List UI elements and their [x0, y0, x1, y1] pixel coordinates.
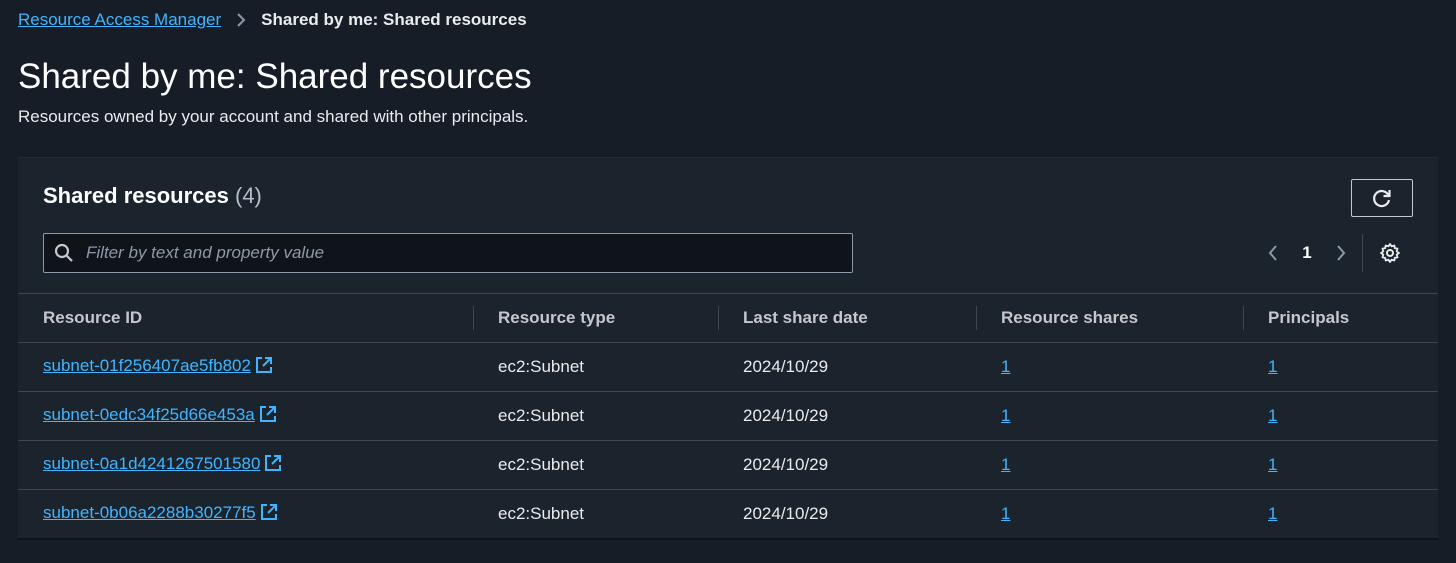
external-link-icon[interactable] — [255, 356, 273, 379]
breadcrumb-current: Shared by me: Shared resources — [261, 10, 527, 29]
table-header-row: Resource ID Resource type Last share dat… — [18, 293, 1438, 343]
cell-last-share-date: 2024/10/29 — [718, 489, 976, 538]
resource-shares-link[interactable]: 1 — [1001, 504, 1010, 523]
table-row: subnet-0edc34f25d66e453a ec2:Subnet 2024… — [18, 391, 1438, 441]
container-title-text: Shared resources — [43, 183, 229, 208]
cell-resource-type: ec2:Subnet — [473, 391, 718, 441]
principals-link[interactable]: 1 — [1268, 455, 1277, 474]
external-link-icon[interactable] — [260, 503, 278, 526]
shared-resources-table: Resource ID Resource type Last share dat… — [18, 293, 1438, 538]
shared-resources-container: Shared resources (4) Filter by text and … — [18, 157, 1438, 540]
resource-id-link[interactable]: subnet-0a1d4241267501580 — [43, 454, 260, 473]
cell-resource-id: subnet-0edc34f25d66e453a — [18, 391, 473, 441]
table-row: subnet-01f256407ae5fb802 ec2:Subnet 2024… — [18, 342, 1438, 392]
cell-last-share-date: 2024/10/29 — [718, 342, 976, 392]
container-header: Shared resources (4) Filter by text and … — [18, 158, 1438, 293]
chevron-right-icon — [221, 12, 261, 28]
external-link-icon[interactable] — [264, 454, 282, 477]
principals-link[interactable]: 1 — [1268, 357, 1277, 376]
container-title: Shared resources (4) — [43, 183, 262, 209]
cell-resource-id: subnet-01f256407ae5fb802 — [18, 342, 473, 392]
cell-resource-type: ec2:Subnet — [473, 342, 718, 392]
column-header-resource-type[interactable]: Resource type — [473, 293, 718, 343]
column-header-principals[interactable]: Principals — [1243, 293, 1438, 343]
filter-input-wrapper — [43, 233, 853, 273]
breadcrumb-resource-access-manager-link[interactable]: Resource Access Manager — [18, 9, 221, 31]
cell-resource-type: ec2:Subnet — [473, 440, 718, 490]
cell-principals: 1 — [1243, 489, 1438, 538]
table-row: subnet-0a1d4241267501580 ec2:Subnet 2024… — [18, 440, 1438, 490]
chevron-left-icon — [1268, 245, 1277, 261]
table-row: subnet-0b06a2288b30277f5 ec2:Subnet 2024… — [18, 489, 1438, 538]
page-description: Resources owned by your account and shar… — [18, 107, 529, 126]
chevron-right-icon — [1337, 245, 1346, 261]
pagination-divider — [1362, 234, 1363, 272]
column-header-resource-id[interactable]: Resource ID — [18, 293, 473, 343]
cell-resource-shares: 1 — [976, 342, 1243, 392]
cell-resource-shares: 1 — [976, 489, 1243, 538]
resource-shares-link[interactable]: 1 — [1001, 357, 1010, 376]
refresh-icon — [1371, 187, 1393, 209]
filter-input[interactable] — [84, 242, 852, 264]
cell-resource-id: subnet-0b06a2288b30277f5 — [18, 489, 473, 538]
previous-page-button[interactable] — [1256, 236, 1290, 270]
cell-principals: 1 — [1243, 342, 1438, 392]
cell-resource-type: ec2:Subnet — [473, 489, 718, 538]
principals-link[interactable]: 1 — [1268, 504, 1277, 523]
resource-id-link[interactable]: subnet-0edc34f25d66e453a — [43, 405, 255, 424]
pagination: 1 — [1256, 234, 1413, 272]
cell-resource-id: subnet-0a1d4241267501580 — [18, 440, 473, 490]
resource-shares-link[interactable]: 1 — [1001, 406, 1010, 425]
search-icon — [54, 243, 74, 263]
external-link-icon[interactable] — [259, 405, 277, 428]
gear-icon — [1380, 243, 1400, 263]
preferences-button[interactable] — [1367, 236, 1413, 270]
column-header-last-share-date[interactable]: Last share date — [718, 293, 976, 343]
cell-resource-shares: 1 — [976, 440, 1243, 490]
resource-shares-link[interactable]: 1 — [1001, 455, 1010, 474]
page-number-1[interactable]: 1 — [1290, 243, 1324, 263]
cell-last-share-date: 2024/10/29 — [718, 440, 976, 490]
page-title: Shared by me: Shared resources — [18, 57, 532, 96]
cell-principals: 1 — [1243, 391, 1438, 441]
next-page-button[interactable] — [1324, 236, 1358, 270]
column-header-resource-shares[interactable]: Resource shares — [976, 293, 1243, 343]
refresh-button[interactable] — [1351, 179, 1413, 217]
resource-id-link[interactable]: subnet-01f256407ae5fb802 — [43, 356, 251, 375]
cell-resource-shares: 1 — [976, 391, 1243, 441]
resource-count: (4) — [235, 183, 262, 208]
principals-link[interactable]: 1 — [1268, 406, 1277, 425]
cell-last-share-date: 2024/10/29 — [718, 391, 976, 441]
cell-principals: 1 — [1243, 440, 1438, 490]
breadcrumb: Resource Access Manager Shared by me: Sh… — [18, 9, 527, 31]
resource-id-link[interactable]: subnet-0b06a2288b30277f5 — [43, 503, 256, 522]
